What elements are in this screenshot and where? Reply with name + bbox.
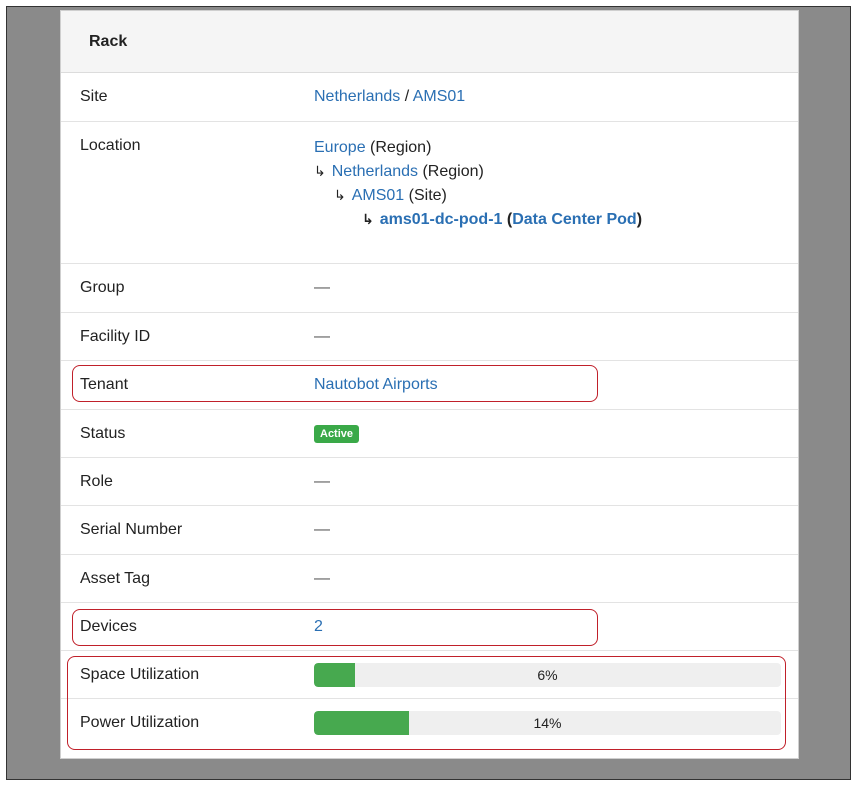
location-line-site: ↳ AMS01 (Site) [314, 184, 642, 208]
status-badge: Active [314, 424, 360, 443]
child-arrow-icon: ↳ [314, 164, 326, 180]
asset-tag-label: Asset Tag [80, 570, 150, 587]
location-region-link[interactable]: Europe [314, 139, 366, 156]
location-line-country: ↳ Netherlands (Region) [314, 160, 642, 184]
site-link[interactable]: AMS01 [413, 88, 465, 105]
rack-detail-panel: Rack Site Netherlands / AMS01 Location E… [60, 10, 799, 759]
status-value: Active [314, 410, 360, 458]
panel-heading: Rack [61, 11, 798, 73]
location-pod-type-link[interactable]: Data Center Pod [512, 211, 636, 228]
status-label: Status [80, 425, 126, 442]
role-label: Role [80, 473, 113, 490]
row-status: Status Active [61, 410, 798, 458]
location-country-link[interactable]: Netherlands [332, 163, 418, 180]
row-role: Role — [61, 458, 798, 506]
group-label: Group [80, 279, 125, 296]
panel-title: Rack [89, 32, 128, 50]
site-country-link[interactable]: Netherlands [314, 88, 400, 105]
location-line-region: Europe (Region) [314, 136, 642, 160]
child-arrow-icon: ↳ [334, 188, 346, 204]
power-utilization-label: Power Utilization [80, 714, 200, 731]
serial-number-label: Serial Number [80, 521, 183, 538]
row-asset-tag: Asset Tag — [61, 555, 798, 603]
power-utilization-text: 14% [533, 715, 562, 731]
devices-label: Devices [80, 618, 137, 635]
serial-number-value: — [314, 521, 330, 538]
site-separator: / [400, 88, 413, 105]
row-devices: Devices 2 [61, 603, 798, 651]
location-country-type: (Region) [418, 163, 484, 180]
tenant-link[interactable]: Nautobot Airports [314, 376, 438, 393]
child-arrow-icon: ↳ [362, 212, 374, 228]
location-label: Location [80, 137, 141, 154]
space-utilization-text: 6% [537, 667, 558, 683]
location-site-type: (Site) [404, 187, 447, 204]
group-value: — [314, 279, 330, 296]
row-space-utilization: Space Utilization 6% [61, 651, 798, 699]
row-site: Site Netherlands / AMS01 [61, 73, 798, 122]
row-location: Location Europe (Region) ↳ Netherlands (R… [61, 122, 798, 264]
asset-tag-value: — [314, 570, 330, 587]
role-value: — [314, 473, 330, 490]
location-pod-open: ( [502, 211, 513, 228]
tenant-value: Nautobot Airports [314, 361, 438, 409]
row-group: Group — [61, 264, 798, 313]
row-serial-number: Serial Number — [61, 506, 798, 555]
location-line-pod: ↳ ams01-dc-pod-1 (Data Center Pod) [314, 208, 642, 232]
location-pod-link[interactable]: ams01-dc-pod-1 [380, 211, 503, 228]
power-utilization-progress: 14% [314, 711, 781, 735]
site-label: Site [80, 88, 108, 105]
devices-value: 2 [314, 603, 323, 651]
row-tenant: Tenant Nautobot Airports [61, 361, 798, 410]
location-hierarchy: Europe (Region) ↳ Netherlands (Region) ↳ A… [314, 136, 642, 232]
location-pod-close: ) [636, 211, 643, 228]
devices-count-link[interactable]: 2 [314, 618, 323, 635]
facility-id-label: Facility ID [80, 328, 151, 345]
row-power-utilization: Power Utilization 14% [61, 699, 798, 747]
row-facility-id: Facility ID — [61, 313, 798, 361]
site-value: Netherlands / AMS01 [314, 73, 465, 121]
location-site-link[interactable]: AMS01 [352, 187, 404, 204]
location-region-type: (Region) [365, 139, 432, 156]
space-utilization-progress: 6% [314, 663, 781, 687]
tenant-label: Tenant [80, 376, 129, 393]
facility-id-value: — [314, 328, 330, 345]
space-utilization-label: Space Utilization [80, 666, 200, 683]
